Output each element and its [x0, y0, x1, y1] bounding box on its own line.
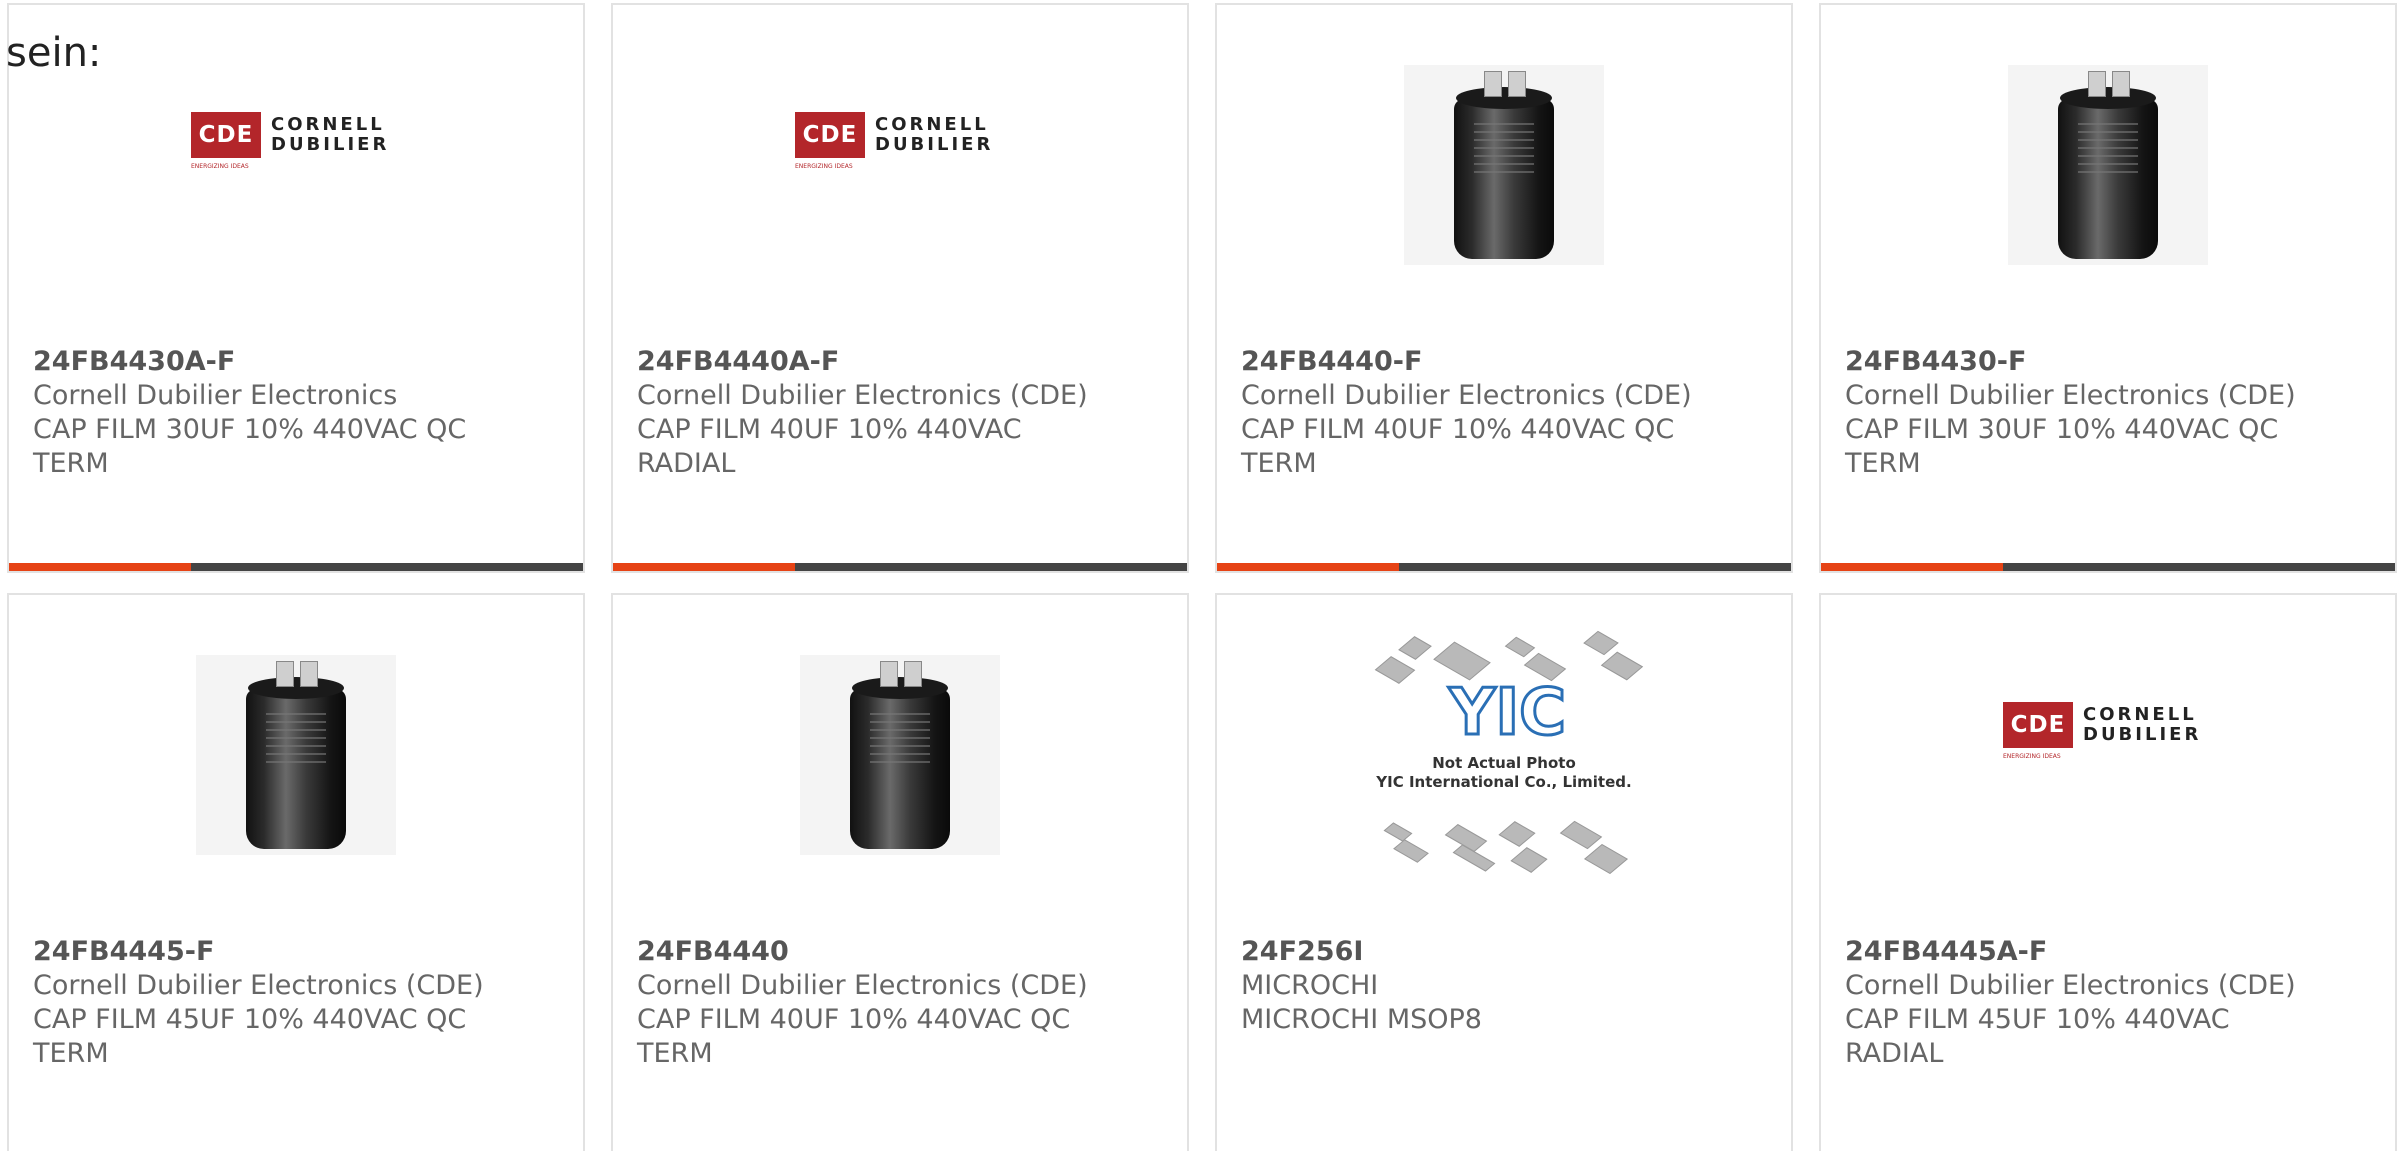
cde-logo: CDE ENERGIZING IDEAS CORNELL DUBILIER	[191, 112, 390, 170]
description: CAP FILM 30UF 10% 440VAC QC TERM	[33, 414, 467, 479]
part-number[interactable]: 24FB4445A-F	[1845, 935, 2325, 969]
capacitor-photo	[2008, 65, 2208, 265]
manufacturer: Cornell Dubilier Electronics (CDE)	[1845, 380, 2296, 411]
capacitor-photo	[800, 655, 1000, 855]
capacitor-photo	[1404, 65, 1604, 265]
product-image[interactable]	[1217, 45, 1791, 285]
card-bar	[613, 563, 1187, 571]
part-number[interactable]: 24FB4440	[637, 935, 1117, 969]
card-bar	[9, 563, 583, 571]
description: CAP FILM 45UF 10% 440VAC RADIAL	[1845, 1004, 2230, 1069]
description: MICROCHI MSOP8	[1241, 1004, 1482, 1035]
product-card[interactable]: 24FB4440-F Cornell Dubilier Electronics …	[1215, 3, 1793, 573]
card-bar	[1821, 563, 2395, 571]
part-number[interactable]: 24FB4440A-F	[637, 345, 1117, 379]
part-number[interactable]: 24F256I	[1241, 935, 1721, 969]
description: CAP FILM 40UF 10% 440VAC QC TERM	[637, 1004, 1071, 1069]
product-card[interactable]: YIC Not Actual Photo YIC International Co…	[1215, 593, 1793, 1151]
manufacturer: Cornell Dubilier Electronics (CDE)	[637, 380, 1088, 411]
manufacturer: Cornell Dubilier Electronics (CDE)	[1241, 380, 1692, 411]
product-image[interactable]: YIC Not Actual Photo YIC International Co…	[1217, 630, 1791, 875]
product-image[interactable]	[9, 635, 583, 875]
product-grid-page: sein: CDE ENERGIZING IDEAS CORNELL DUBILIE…	[0, 0, 2400, 1151]
manufacturer: Cornell Dubilier Electronics	[33, 380, 398, 411]
description: CAP FILM 45UF 10% 440VAC QC TERM	[33, 1004, 467, 1069]
part-number[interactable]: 24FB4430A-F	[33, 345, 513, 379]
product-image[interactable]: CDE ENERGIZING IDEAS CORNELL DUBILIER	[9, 45, 583, 285]
description: CAP FILM 30UF 10% 440VAC QC TERM	[1845, 414, 2279, 479]
cde-logo: CDE ENERGIZING IDEAS CORNELL DUBILIER	[795, 112, 994, 170]
product-image[interactable]: CDE ENERGIZING IDEAS CORNELL DUBILIER	[1821, 635, 2395, 875]
capacitor-photo	[196, 655, 396, 855]
product-image[interactable]: CDE ENERGIZING IDEAS CORNELL DUBILIER	[613, 45, 1187, 285]
product-image[interactable]	[613, 635, 1187, 875]
manufacturer: Cornell Dubilier Electronics (CDE)	[1845, 970, 2296, 1001]
part-number[interactable]: 24FB4430-F	[1845, 345, 2325, 379]
yic-placeholder-image: YIC Not Actual Photo YIC International Co…	[1369, 630, 1644, 880]
part-number[interactable]: 24FB4440-F	[1241, 345, 1721, 379]
lead-text: sein:	[6, 30, 102, 76]
cde-logo: CDE ENERGIZING IDEAS CORNELL DUBILIER	[2003, 702, 2202, 760]
manufacturer: Cornell Dubilier Electronics (CDE)	[637, 970, 1088, 1001]
product-card[interactable]: 24FB4445-F Cornell Dubilier Electronics …	[7, 593, 585, 1151]
product-card[interactable]: CDE ENERGIZING IDEAS CORNELL DUBILIER 24FB…	[1819, 593, 2397, 1151]
product-card[interactable]: 24FB4440 Cornell Dubilier Electronics (C…	[611, 593, 1189, 1151]
product-card[interactable]: CDE ENERGIZING IDEAS CORNELL DUBILIER 24FB…	[7, 3, 585, 573]
manufacturer: Cornell Dubilier Electronics (CDE)	[33, 970, 484, 1001]
manufacturer: MICROCHI	[1241, 970, 1379, 1001]
description: CAP FILM 40UF 10% 440VAC RADIAL	[637, 414, 1022, 479]
card-bar	[1217, 563, 1791, 571]
description: CAP FILM 40UF 10% 440VAC QC TERM	[1241, 414, 1675, 479]
product-card[interactable]: CDE ENERGIZING IDEAS CORNELL DUBILIER 24FB…	[611, 3, 1189, 573]
product-image[interactable]	[1821, 45, 2395, 285]
part-number[interactable]: 24FB4445-F	[33, 935, 513, 969]
product-card[interactable]: 24FB4430-F Cornell Dubilier Electronics …	[1819, 3, 2397, 573]
